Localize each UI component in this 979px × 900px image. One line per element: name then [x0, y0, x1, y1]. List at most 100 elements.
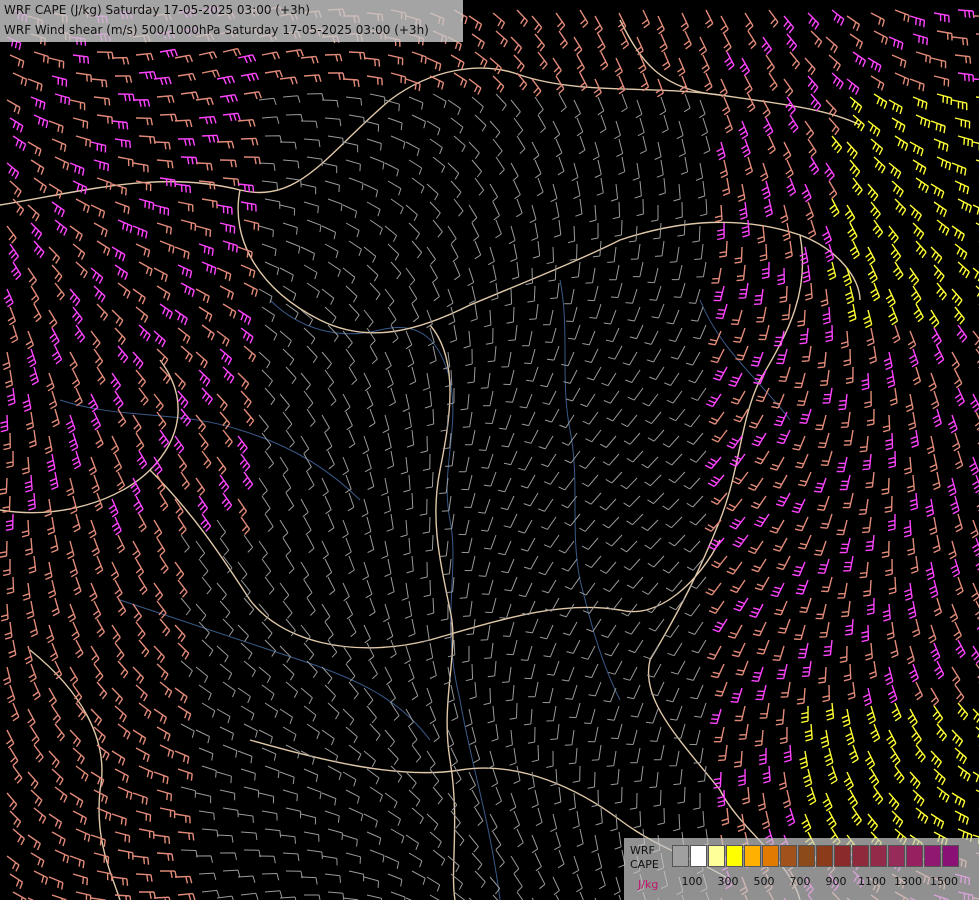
wind-barb: [912, 789, 925, 807]
wind-barb: [501, 666, 512, 683]
wind-barb: [910, 429, 919, 448]
wind-barb: [132, 225, 148, 239]
wind-barb: [51, 768, 64, 786]
wind-barb: [824, 747, 834, 767]
wind-barb: [390, 765, 403, 783]
wind-barb: [364, 453, 372, 473]
wind-barb: [537, 498, 554, 512]
legend-swatch: [744, 845, 761, 867]
wind-barb: [926, 435, 935, 455]
wind-barb: [321, 477, 329, 497]
legend-tick-labels: 100 300 500 700 900 1100 1300 1500: [672, 875, 972, 891]
wind-barb: [201, 134, 220, 143]
wind-barb: [0, 540, 8, 558]
wind-barb: [138, 765, 154, 780]
wind-barb: [516, 135, 526, 154]
wind-barb: [6, 450, 14, 469]
wind-barb: [517, 519, 533, 534]
wind-barb: [561, 666, 575, 682]
wind-barb: [723, 33, 732, 53]
wind-barb: [159, 177, 176, 188]
wind-barb: [783, 744, 792, 763]
wind-barb: [773, 330, 785, 347]
wind-barb: [798, 471, 812, 487]
wind-barb: [513, 54, 525, 73]
wind-barb: [782, 222, 791, 242]
wind-barb: [387, 117, 403, 131]
wind-barb: [698, 99, 706, 119]
wind-barb: [448, 306, 456, 326]
wind-barb: [513, 765, 521, 784]
wind-barb: [426, 120, 441, 136]
wind-barb: [426, 876, 441, 892]
wind-barb: [21, 519, 30, 538]
wind-barb: [327, 261, 341, 277]
wind-barb: [108, 498, 119, 518]
wind-barb: [756, 639, 770, 655]
wind-barb: [601, 624, 617, 638]
wind-barb: [644, 474, 662, 487]
wind-barb: [2, 559, 11, 577]
wind-barb: [111, 56, 130, 65]
wind-barb: [905, 393, 914, 413]
wind-barb: [951, 225, 965, 242]
wind-barb: [722, 177, 731, 197]
wind-barb: [863, 579, 872, 597]
wind-barb: [261, 306, 275, 322]
wind-barb: [553, 831, 561, 851]
wind-barb: [135, 52, 154, 61]
wind-barb: [9, 873, 24, 889]
wind-barb: [889, 387, 898, 406]
wind-barb: [798, 534, 812, 550]
wind-barb: [2, 351, 11, 371]
wind-barb: [159, 366, 171, 385]
wind-barb: [569, 243, 578, 261]
wind-barb: [32, 681, 41, 701]
wind-barb: [692, 225, 701, 243]
wind-barb: [954, 387, 965, 407]
wind-barb: [264, 702, 279, 718]
wind-barb: [48, 246, 61, 264]
wind-barb: [258, 414, 269, 433]
wind-barb: [761, 36, 773, 55]
wind-barb: [599, 561, 617, 574]
wind-barb: [468, 78, 482, 95]
wind-barb: [697, 810, 705, 829]
wind-barb: [383, 603, 390, 623]
wind-barb: [135, 810, 152, 822]
wind-barb: [174, 246, 190, 260]
wind-barb: [569, 702, 581, 718]
wind-barb: [561, 432, 578, 446]
wind-barb: [27, 267, 38, 286]
wind-barb: [117, 786, 133, 800]
wind-barb: [237, 624, 249, 642]
wind-barb: [342, 141, 359, 153]
wind-barb: [467, 267, 475, 287]
wind-barb: [387, 450, 395, 469]
wind-barb: [285, 49, 304, 58]
wind-barb: [258, 540, 268, 559]
wind-barb: [894, 72, 910, 87]
wind-barb: [698, 36, 708, 56]
wind-barb: [763, 117, 774, 137]
wind-barb: [538, 561, 554, 576]
wind-barb: [804, 120, 815, 139]
wind-barb: [769, 456, 785, 471]
wind-barb: [782, 141, 792, 161]
wind-barb: [282, 222, 298, 235]
wind-barb: [626, 729, 638, 745]
wind-barb: [969, 456, 979, 476]
wind-barb: [6, 684, 16, 704]
wind-barb: [585, 429, 602, 443]
wind-barb: [825, 324, 833, 343]
wind-barb: [177, 390, 189, 409]
wind-barb: [710, 663, 725, 679]
wind-barb: [738, 723, 749, 740]
wind-barb: [596, 177, 604, 196]
wind-barb: [928, 579, 939, 599]
wind-barb: [618, 894, 622, 900]
wind-barb: [114, 201, 130, 215]
wind-barb: [28, 429, 37, 448]
wind-barb: [625, 288, 638, 304]
wind-barb: [324, 558, 333, 578]
